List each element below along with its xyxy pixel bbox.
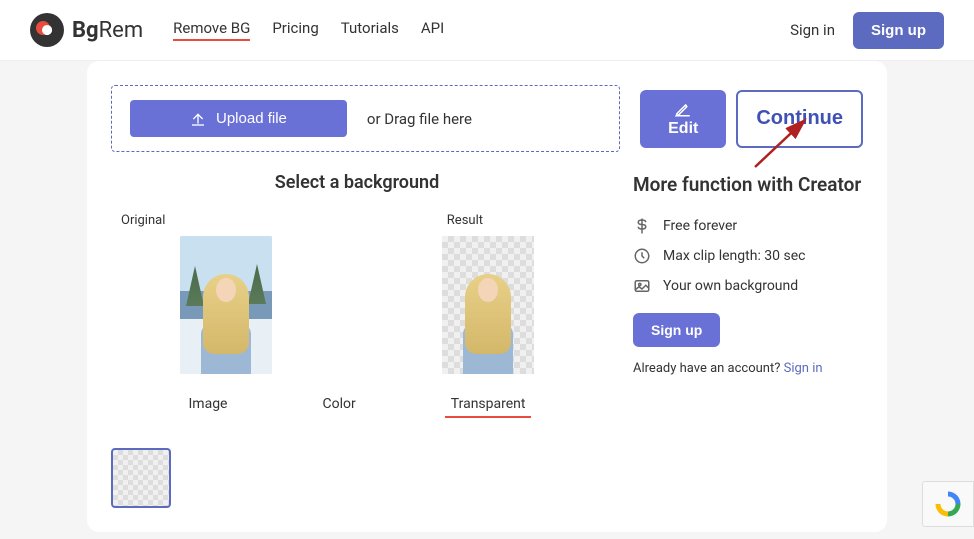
select-title: Select a background (111, 172, 603, 193)
feature-clip: Max clip length: 30 sec (633, 247, 863, 265)
already-have-account: Already have an account? Sign in (633, 361, 863, 376)
main-card: Upload file or Drag file here Edit Conti… (87, 61, 887, 532)
image-icon (633, 277, 651, 295)
creator-signin-link[interactable]: Sign in (784, 361, 823, 376)
creator-signup-button[interactable]: Sign up (633, 313, 720, 347)
transparent-thumbnail[interactable] (111, 448, 171, 508)
original-label: Original (121, 213, 165, 228)
main-nav: Remove BG Pricing Tutorials API (173, 19, 444, 41)
upload-dropzone[interactable]: Upload file or Drag file here (111, 85, 620, 152)
drag-text: or Drag file here (367, 110, 472, 128)
upload-button[interactable]: Upload file (130, 100, 347, 137)
content-row: Select a background Original Result (111, 172, 863, 508)
edit-button[interactable]: Edit (640, 90, 726, 148)
nav-tutorials[interactable]: Tutorials (341, 19, 399, 41)
signup-button[interactable]: Sign up (853, 12, 944, 49)
edit-button-label: Edit (668, 120, 698, 138)
nav-pricing[interactable]: Pricing (272, 19, 318, 41)
feature-bg-text: Your own background (663, 278, 798, 294)
result-label: Result (447, 213, 483, 228)
tab-color[interactable]: Color (317, 392, 362, 418)
person-original (196, 264, 256, 374)
logo-icon (30, 13, 64, 47)
feature-bg: Your own background (633, 277, 863, 295)
creator-title: More function with Creator (633, 172, 863, 199)
feature-clip-text: Max clip length: 30 sec (663, 248, 806, 264)
left-section: Select a background Original Result (111, 172, 603, 508)
clock-icon (633, 247, 651, 265)
dollar-icon (633, 217, 651, 235)
header-right: Sign in Sign up (790, 12, 944, 49)
person-result (458, 264, 518, 374)
recaptcha-badge (922, 481, 974, 527)
logo-text: BgRem (72, 18, 143, 43)
logo[interactable]: BgRem (30, 13, 143, 47)
upload-row: Upload file or Drag file here Edit Conti… (111, 85, 863, 152)
continue-button[interactable]: Continue (736, 90, 863, 148)
edit-icon (674, 100, 692, 118)
right-section: More function with Creator Free forever … (633, 172, 863, 508)
upload-button-label: Upload file (216, 110, 287, 127)
signin-link[interactable]: Sign in (790, 21, 835, 39)
header: BgRem Remove BG Pricing Tutorials API Si… (0, 0, 974, 61)
original-preview (180, 236, 272, 374)
upload-icon (190, 111, 206, 127)
tab-transparent[interactable]: Transparent (445, 392, 532, 418)
feature-list: Free forever Max clip length: 30 sec You… (633, 217, 863, 295)
previews (111, 236, 603, 374)
action-buttons: Edit Continue (640, 90, 863, 148)
result-preview (442, 236, 534, 374)
feature-free-text: Free forever (663, 218, 737, 234)
feature-free: Free forever (633, 217, 863, 235)
nav-api[interactable]: API (421, 19, 444, 41)
background-tabs: Image Color Transparent (111, 392, 603, 418)
recaptcha-icon (933, 489, 963, 519)
tab-image[interactable]: Image (183, 392, 234, 418)
preview-labels: Original Result (111, 213, 603, 228)
nav-remove-bg[interactable]: Remove BG (173, 19, 250, 41)
